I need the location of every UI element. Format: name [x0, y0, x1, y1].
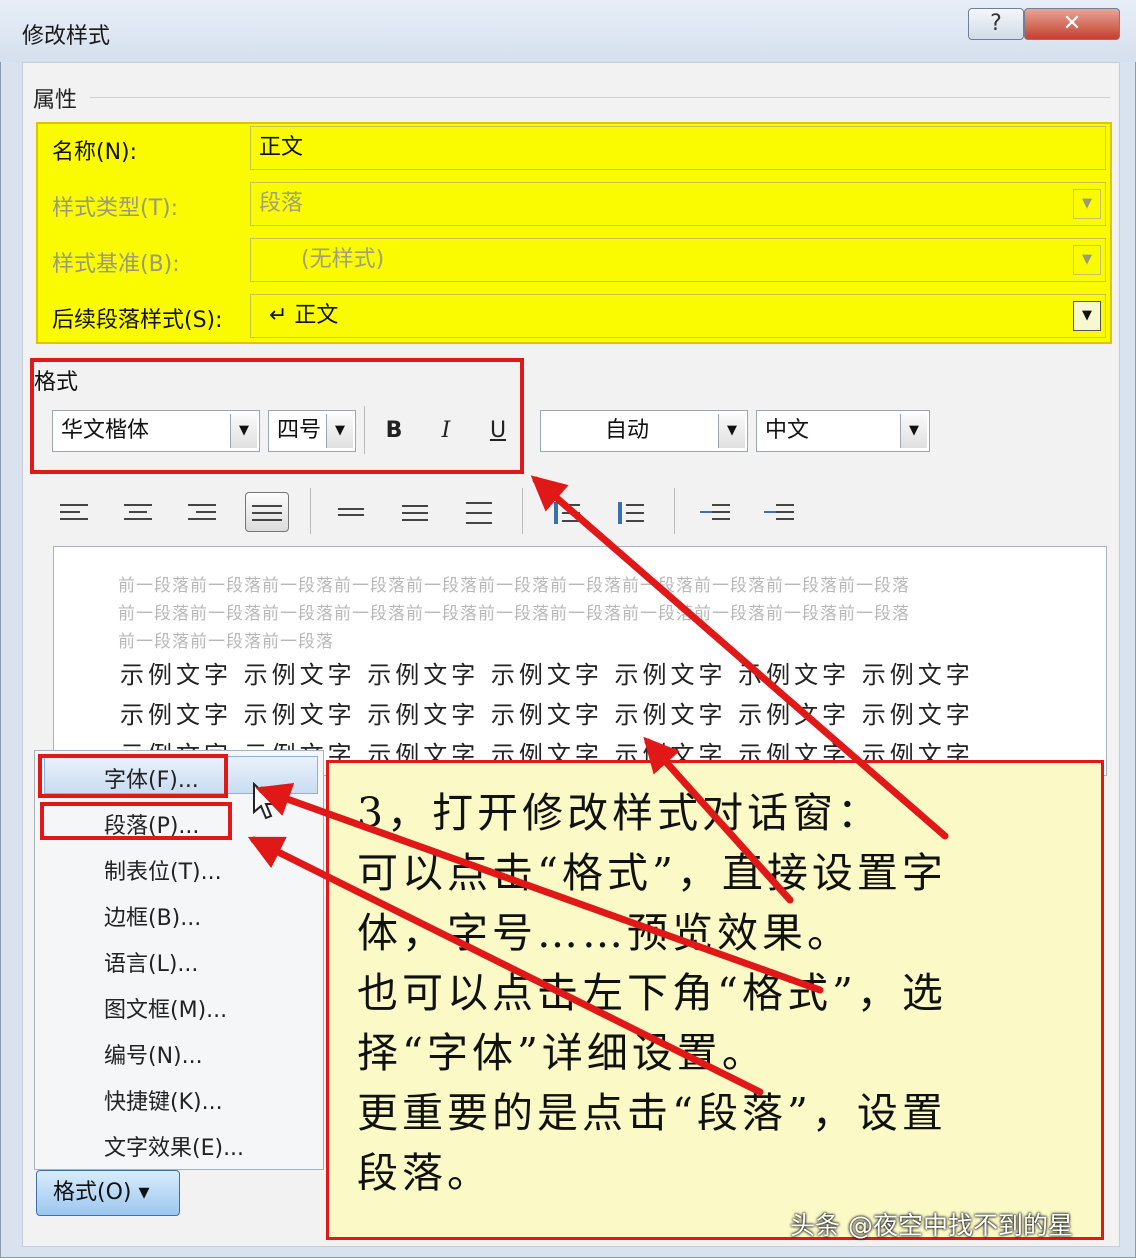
style-based-value: (无样式): [301, 247, 385, 272]
note-line: 更重要的是点击“段落”，设置: [357, 1089, 947, 1137]
chevron-down-icon[interactable]: ▼: [1073, 189, 1101, 219]
menu-item-border[interactable]: 边框(B)...: [104, 900, 201, 932]
next-style-label: 后续段落样式(S):: [52, 308, 223, 333]
space-before-icon[interactable]: [546, 494, 586, 530]
style-type-select[interactable]: 段落 ▼: [250, 182, 1106, 226]
preview-previous-paragraph: 前一段落前一段落前一段落前一段落前一段落前一段落前一段落前一段落前一段落前一段落…: [118, 576, 910, 596]
section-divider: [90, 97, 1110, 98]
chevron-down-icon[interactable]: ▼: [718, 414, 745, 448]
font-color-select[interactable]: 自动 ▼: [540, 410, 748, 452]
align-left-button[interactable]: [54, 494, 94, 530]
chevron-down-icon[interactable]: ▼: [900, 414, 927, 448]
decrease-indent-icon[interactable]: [696, 494, 736, 530]
note-line: 体，字号……预览效果。: [357, 909, 852, 957]
note-line: 择“字体”详细设置。: [357, 1029, 767, 1077]
name-value: 正文: [259, 135, 304, 160]
style-preview: 前一段落前一段落前一段落前一段落前一段落前一段落前一段落前一段落前一段落前一段落…: [53, 546, 1107, 776]
font-color-value: 自动: [605, 418, 650, 443]
menu-item-frame[interactable]: 图文框(M)...: [104, 992, 227, 1024]
toolbar-separator: [674, 488, 675, 534]
style-type-label: 样式类型(T):: [52, 196, 179, 221]
preview-sample-text: 示例文字 示例文字 示例文字 示例文字 示例文字 示例文字 示例文字: [120, 701, 974, 729]
help-button[interactable]: ?: [968, 8, 1024, 40]
justify-button[interactable]: [245, 492, 289, 532]
script-value: 中文: [765, 418, 810, 443]
preview-sample-text: 示例文字 示例文字 示例文字 示例文字 示例文字 示例文字 示例文字: [120, 661, 974, 689]
toolbar-separator: [310, 488, 311, 534]
next-style-select[interactable]: ↵ 正文 ▼: [250, 294, 1106, 338]
single-spacing-button[interactable]: [332, 494, 372, 530]
style-type-value: 段落: [259, 191, 304, 216]
style-based-select[interactable]: (无样式) ▼: [250, 238, 1106, 282]
font-item-highlight-box: [38, 754, 228, 798]
title-bar: [0, 0, 1136, 62]
increase-indent-icon[interactable]: [760, 494, 800, 530]
close-button[interactable]: ✕: [1024, 8, 1120, 40]
menu-item-tabs[interactable]: 制表位(T)...: [104, 854, 222, 886]
double-spacing-button[interactable]: [460, 494, 500, 530]
style-based-label: 样式基准(B):: [52, 252, 180, 277]
watermark: 头条 @夜空中找不到的星: [790, 1211, 1073, 1240]
annotation-note: 3，打开修改样式对话窗： 可以点击“格式”，直接设置字 体，字号……预览效果。 …: [326, 760, 1104, 1240]
align-right-button[interactable]: [182, 494, 222, 530]
preview-previous-paragraph: 前一段落前一段落前一段落前一段落前一段落前一段落前一段落前一段落前一段落前一段落…: [118, 604, 910, 624]
name-label: 名称(N):: [52, 140, 138, 165]
chevron-down-icon[interactable]: ▼: [1073, 301, 1101, 331]
script-select[interactable]: 中文 ▼: [756, 410, 930, 452]
note-line: 可以点击“格式”，直接设置字: [357, 849, 947, 897]
menu-item-numbering[interactable]: 编号(N)...: [104, 1038, 203, 1070]
properties-section-label: 属性: [33, 88, 78, 113]
next-style-value: ↵ 正文: [269, 303, 339, 328]
chevron-down-icon[interactable]: ▼: [1073, 245, 1101, 275]
dialog-title: 修改样式: [22, 24, 111, 49]
space-after-icon[interactable]: [610, 494, 650, 530]
menu-item-text-effects[interactable]: 文字效果(E)...: [104, 1130, 244, 1162]
paragraph-item-highlight-box: [40, 802, 232, 840]
note-line: 段落。: [357, 1149, 492, 1197]
mouse-cursor-icon: [253, 782, 278, 820]
align-center-button[interactable]: [118, 494, 158, 530]
format-highlight-box: [30, 358, 524, 474]
one-half-spacing-button[interactable]: [396, 494, 436, 530]
note-line: 也可以点击左下角“格式”，选: [357, 969, 947, 1017]
preview-previous-paragraph: 前一段落前一段落前一段落: [118, 632, 334, 652]
format-menu-button[interactable]: 格式(O) ▾: [36, 1170, 180, 1216]
menu-item-shortcut[interactable]: 快捷键(K)...: [104, 1084, 223, 1116]
name-field[interactable]: 正文: [250, 126, 1106, 170]
menu-item-language[interactable]: 语言(L)...: [104, 946, 198, 978]
toolbar-separator: [522, 488, 523, 534]
note-line: 3，打开修改样式对话窗：: [357, 789, 883, 837]
